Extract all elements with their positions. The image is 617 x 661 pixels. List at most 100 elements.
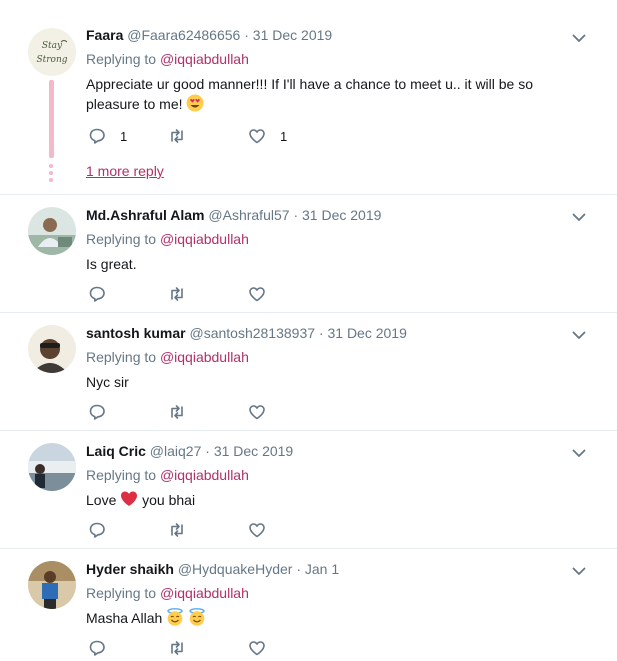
mention-link[interactable]: @iqqiabdullah bbox=[160, 231, 249, 247]
like-button[interactable] bbox=[248, 639, 328, 657]
separator: · bbox=[205, 443, 210, 459]
replying-to: Replying to @iqqiabdullah bbox=[86, 584, 577, 602]
halo-smile-emoji bbox=[188, 608, 206, 631]
reply-button[interactable] bbox=[88, 403, 168, 421]
retweet-icon bbox=[168, 521, 186, 539]
replying-to: Replying to @iqqiabdullah bbox=[86, 50, 577, 68]
like-count: 1 bbox=[280, 128, 288, 144]
caret-down-icon bbox=[572, 567, 586, 575]
reply-icon bbox=[88, 639, 106, 657]
reply-count: 1 bbox=[120, 128, 128, 144]
separator: · bbox=[293, 207, 299, 223]
tweet-ashraful[interactable]: Md.Ashraful Alam @Ashraful57 · 31 Dec 20… bbox=[0, 195, 617, 313]
user-handle[interactable]: @Faara62486656 bbox=[127, 27, 240, 43]
tweet-text-after: you bhai bbox=[142, 492, 196, 508]
reply-button[interactable] bbox=[88, 285, 168, 303]
tweet-laiq[interactable]: Laiq Cric @laiq27 · 31 Dec 2019 Replying… bbox=[0, 431, 617, 549]
like-button[interactable] bbox=[248, 285, 328, 303]
retweet-icon bbox=[168, 403, 186, 421]
separator: · bbox=[244, 27, 249, 43]
timestamp[interactable]: 31 Dec 2019 bbox=[302, 207, 381, 223]
user-fullname[interactable]: Laiq Cric bbox=[86, 443, 146, 459]
reply-button[interactable] bbox=[88, 521, 168, 539]
timestamp[interactable]: Jan 1 bbox=[305, 561, 339, 577]
thread-dots bbox=[49, 164, 54, 185]
mention-link[interactable]: @iqqiabdullah bbox=[160, 349, 249, 365]
tweet-text-before: Love bbox=[86, 492, 117, 508]
avatar-lettering: Strong bbox=[36, 55, 67, 65]
tweet-menu-button[interactable] bbox=[571, 327, 587, 343]
tweet-text: Nyc sir bbox=[86, 374, 129, 390]
tweet-menu-button[interactable] bbox=[571, 30, 587, 46]
timestamp[interactable]: 31 Dec 2019 bbox=[327, 325, 406, 341]
retweet-button[interactable] bbox=[168, 521, 248, 539]
like-icon bbox=[248, 403, 266, 421]
replying-label: Replying to bbox=[86, 51, 157, 67]
replying-label: Replying to bbox=[86, 585, 157, 601]
tweet-faara[interactable]: Stay Strong Faara @Faara62486656 · 31 De… bbox=[0, 0, 617, 195]
like-button[interactable] bbox=[248, 403, 328, 421]
user-handle[interactable]: @santosh28138937 bbox=[189, 325, 315, 341]
reply-icon bbox=[88, 403, 106, 421]
mention-link[interactable]: @iqqiabdullah bbox=[160, 51, 249, 67]
like-button[interactable] bbox=[248, 521, 328, 539]
user-fullname[interactable]: santosh kumar bbox=[86, 325, 186, 341]
avatar[interactable]: Stay Strong bbox=[28, 28, 76, 76]
reply-icon bbox=[88, 285, 106, 303]
reply-icon bbox=[88, 127, 106, 145]
heart-eyes-emoji bbox=[186, 94, 204, 117]
halo-smile-emoji bbox=[166, 608, 184, 631]
tweet-text: Masha Allah bbox=[86, 608, 577, 631]
user-fullname[interactable]: Faara bbox=[86, 27, 123, 43]
replies-feed: Stay Strong Faara @Faara62486656 · 31 De… bbox=[0, 0, 617, 661]
replying-label: Replying to bbox=[86, 467, 157, 483]
avatar-lettering: Stay bbox=[42, 41, 63, 51]
retweet-button[interactable] bbox=[168, 285, 248, 303]
mention-link[interactable]: @iqqiabdullah bbox=[160, 467, 249, 483]
tweet-menu-button[interactable] bbox=[571, 209, 587, 225]
avatar[interactable] bbox=[28, 325, 76, 373]
timestamp[interactable]: 31 Dec 2019 bbox=[214, 443, 293, 459]
tweet-text-body: Masha Allah bbox=[86, 610, 163, 626]
avatar[interactable] bbox=[28, 561, 76, 609]
separator: · bbox=[318, 325, 324, 341]
reply-button[interactable] bbox=[88, 639, 168, 657]
like-icon bbox=[248, 127, 266, 145]
tweet-menu-button[interactable] bbox=[571, 445, 587, 461]
mention-link[interactable]: @iqqiabdullah bbox=[160, 585, 249, 601]
retweet-icon bbox=[168, 127, 186, 145]
user-handle[interactable]: @HydquakeHyder bbox=[178, 561, 293, 577]
retweet-button[interactable] bbox=[168, 127, 248, 145]
replying-label: Replying to bbox=[86, 231, 157, 247]
tweet-header: santosh kumar @santosh28138937 · 31 Dec … bbox=[86, 324, 577, 342]
red-heart-emoji bbox=[120, 490, 138, 513]
tweet-header: Laiq Cric @laiq27 · 31 Dec 2019 bbox=[86, 442, 577, 460]
separator: · bbox=[296, 561, 301, 577]
avatar[interactable] bbox=[28, 443, 76, 491]
caret-down-icon bbox=[572, 331, 586, 339]
tweet-menu-button[interactable] bbox=[571, 563, 587, 579]
tweet-hyder[interactable]: Hyder shaikh @HydquakeHyder · Jan 1 Repl… bbox=[0, 549, 617, 661]
user-fullname[interactable]: Hyder shaikh bbox=[86, 561, 174, 577]
like-button[interactable]: 1 bbox=[248, 127, 328, 145]
replying-to: Replying to @iqqiabdullah bbox=[86, 466, 577, 484]
user-handle[interactable]: @Ashraful57 bbox=[208, 207, 289, 223]
more-replies-link[interactable]: 1 more reply bbox=[86, 163, 164, 179]
retweet-button[interactable] bbox=[168, 403, 248, 421]
reply-button[interactable]: 1 bbox=[88, 127, 168, 145]
caret-down-icon bbox=[572, 449, 586, 457]
caret-down-icon bbox=[572, 34, 586, 42]
like-icon bbox=[248, 639, 266, 657]
tweet-text: Is great. bbox=[86, 256, 137, 272]
retweet-button[interactable] bbox=[168, 639, 248, 657]
reply-icon bbox=[88, 521, 106, 539]
user-handle[interactable]: @laiq27 bbox=[150, 443, 202, 459]
like-icon bbox=[248, 285, 266, 303]
tweet-santosh[interactable]: santosh kumar @santosh28138937 · 31 Dec … bbox=[0, 313, 617, 431]
avatar[interactable] bbox=[28, 207, 76, 255]
user-fullname[interactable]: Md.Ashraful Alam bbox=[86, 207, 205, 223]
replying-to: Replying to @iqqiabdullah bbox=[86, 230, 577, 248]
timestamp[interactable]: 31 Dec 2019 bbox=[253, 27, 332, 43]
thread-line bbox=[49, 80, 54, 158]
replying-to: Replying to @iqqiabdullah bbox=[86, 348, 577, 366]
